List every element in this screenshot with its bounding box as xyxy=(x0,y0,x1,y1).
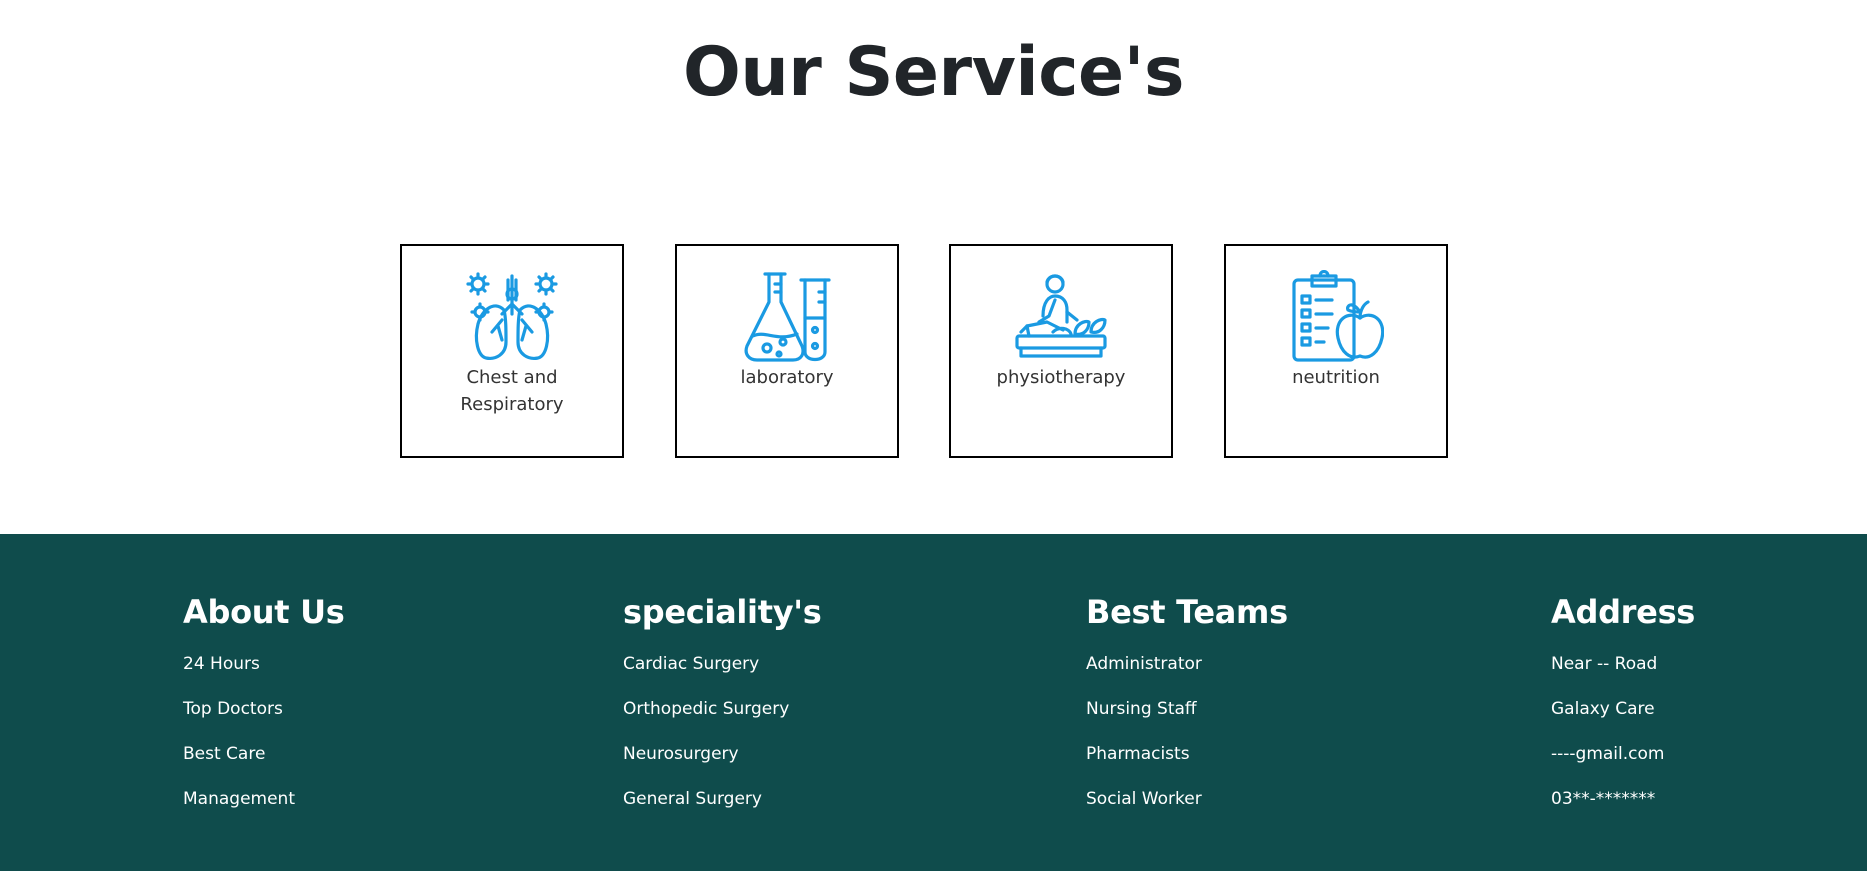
service-card-nutrition[interactable]: neutrition xyxy=(1224,244,1448,458)
footer-link-list: Administrator Nursing Staff Pharmacists … xyxy=(1086,642,1288,822)
footer-column-title: speciality's xyxy=(623,593,822,631)
footer-link[interactable]: Cardiac Surgery xyxy=(623,642,822,687)
footer-column-title: About Us xyxy=(183,593,345,631)
lab-flask-icon xyxy=(744,272,831,362)
service-label: laboratory xyxy=(740,367,834,388)
footer-address-line: Near -- Road xyxy=(1551,654,1658,674)
footer-link[interactable]: Best Care xyxy=(183,732,345,777)
footer-link[interactable]: Management xyxy=(183,777,345,822)
services-title: Our Service's xyxy=(683,33,1184,112)
footer-link[interactable]: Nursing Staff xyxy=(1086,687,1288,732)
service-label: Chest and Respiratory xyxy=(460,367,564,415)
service-card-chest[interactable]: Chest and Respiratory xyxy=(400,244,624,458)
footer-link-list: Near -- Road Galaxy Care ----gmail.com 0… xyxy=(1551,642,1695,822)
footer: About Us 24 Hours Top Doctors Best Care … xyxy=(0,534,1867,871)
lungs-icon xyxy=(466,272,558,360)
footer-link[interactable]: 24 Hours xyxy=(183,642,345,687)
footer-link[interactable]: Social Worker xyxy=(1086,777,1288,822)
footer-column-address: Address Near -- Road Galaxy Care ----gma… xyxy=(1551,588,1695,822)
service-label: neutrition xyxy=(1292,367,1380,388)
footer-phone[interactable]: 03**-******* xyxy=(1551,777,1695,822)
service-label: physiotherapy xyxy=(996,367,1126,388)
footer-column-teams: Best Teams Administrator Nursing Staff P… xyxy=(1086,588,1288,822)
footer-link[interactable]: Pharmacists xyxy=(1086,732,1288,777)
footer-link[interactable]: Neurosurgery xyxy=(623,732,822,777)
footer-column-title: Address xyxy=(1551,593,1696,631)
footer-link-list: 24 Hours Top Doctors Best Care Managemen… xyxy=(183,642,345,822)
footer-address-line: Galaxy Care xyxy=(1551,699,1655,719)
footer-link[interactable]: Top Doctors xyxy=(183,687,345,732)
footer-column-about: About Us 24 Hours Top Doctors Best Care … xyxy=(183,588,345,822)
footer-link[interactable]: Orthopedic Surgery xyxy=(623,687,822,732)
physiotherapy-icon xyxy=(1015,274,1107,358)
footer-link-list: Cardiac Surgery Orthopedic Surgery Neuro… xyxy=(623,642,822,822)
footer-link[interactable]: General Surgery xyxy=(623,777,822,822)
footer-column-speciality: speciality's Cardiac Surgery Orthopedic … xyxy=(623,588,822,822)
footer-link[interactable]: Administrator xyxy=(1086,642,1288,687)
service-cards: Chest and Respiratory laboratory physiot… xyxy=(400,244,1450,460)
service-card-physiotherapy[interactable]: physiotherapy xyxy=(949,244,1173,458)
service-card-laboratory[interactable]: laboratory xyxy=(675,244,899,458)
nutrition-clipboard-apple-icon xyxy=(1292,270,1384,362)
services-section: Our Service's Chest and Respiratory labo… xyxy=(0,0,1867,534)
footer-email[interactable]: ----gmail.com xyxy=(1551,732,1695,777)
footer-column-title: Best Teams xyxy=(1086,593,1288,631)
